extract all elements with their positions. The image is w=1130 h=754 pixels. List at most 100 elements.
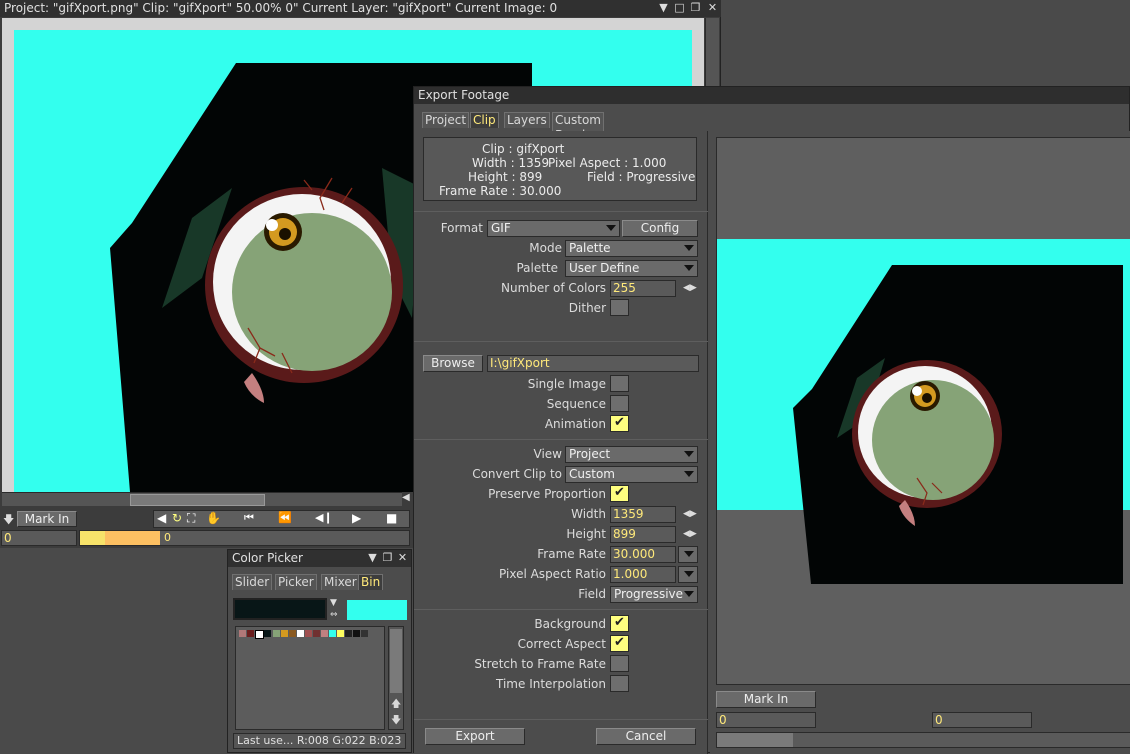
restore-icon[interactable]: ❐ [381, 551, 394, 564]
width-label: Width [571, 507, 606, 521]
mode-label: Mode [529, 241, 562, 255]
preserve-proportion-checkbox[interactable] [610, 485, 629, 502]
swatch[interactable] [313, 630, 320, 637]
pixel-aspect-dropdown[interactable] [678, 566, 698, 583]
time-interp-checkbox[interactable] [610, 675, 629, 692]
swatch[interactable] [289, 630, 296, 637]
chevron-down-icon [684, 471, 694, 477]
timeline[interactable]: 0 [79, 530, 410, 546]
browse-button[interactable]: Browse [423, 355, 483, 372]
config-button[interactable]: Config [622, 220, 698, 237]
first-frame-icon[interactable]: ⏮ [244, 511, 254, 525]
prev-frame-icon[interactable]: ◀❙ [315, 511, 333, 524]
tab-mixer[interactable]: Mixer [321, 574, 360, 590]
single-image-checkbox[interactable] [610, 375, 629, 392]
tab-slider[interactable]: Slider [232, 574, 273, 590]
restore-icon[interactable]: ❐ [689, 1, 702, 14]
close-icon[interactable]: ✕ [706, 1, 719, 14]
hscroll-thumb[interactable] [130, 494, 265, 506]
width-field[interactable]: 1359 [610, 506, 676, 523]
export-button[interactable]: Export [425, 728, 525, 745]
swap-icon[interactable]: ⇔ [330, 610, 338, 620]
spinner-icon[interactable]: ◀▶ [683, 526, 697, 542]
current-color-swatch[interactable] [233, 598, 327, 620]
field-dropdown[interactable]: Progressive [610, 586, 698, 603]
swatch[interactable] [281, 630, 288, 637]
scroll-up-icon[interactable]: 🡅 [391, 697, 401, 714]
palette-dropdown[interactable]: User Define [565, 260, 698, 277]
preview-scrubber[interactable] [716, 732, 1130, 748]
dropdown-icon[interactable]: ▼ [366, 551, 379, 564]
swatch[interactable] [305, 630, 312, 637]
loop-icon[interactable]: ↻ [172, 511, 182, 525]
current-frame-field[interactable]: 0 [1, 530, 77, 546]
tab-layers[interactable]: Layers [504, 112, 550, 128]
stop-icon[interactable]: ■ [386, 511, 397, 525]
spinner-icon[interactable]: ◀▶ [683, 280, 697, 296]
swatch[interactable] [239, 630, 246, 637]
swatch[interactable] [255, 630, 264, 639]
swatch[interactable] [329, 630, 336, 637]
scroll-down-icon[interactable]: 🡇 [391, 713, 401, 730]
preview-out-field[interactable]: 0 [932, 712, 1032, 728]
preview-mark-in-button[interactable]: Mark In [716, 691, 816, 708]
color-dropdown-icon[interactable]: ▼ [330, 598, 337, 608]
swatch[interactable] [264, 630, 271, 637]
format-dropdown[interactable]: GIF [487, 220, 620, 237]
audio-icon[interactable]: ◀ [157, 511, 166, 525]
mode-dropdown[interactable]: Palette [565, 240, 698, 257]
swatch[interactable] [297, 630, 304, 637]
output-path-field[interactable]: I:\gifXport [487, 355, 699, 372]
dither-label: Dither [568, 301, 606, 315]
close-icon[interactable]: ✕ [396, 551, 409, 564]
bin-scrollbar[interactable]: 🡅 🡇 [388, 626, 404, 730]
spinner-icon[interactable]: ◀▶ [683, 506, 697, 522]
preview-canvas[interactable] [716, 137, 1130, 685]
export-footage-dialog: Export Footage Project Clip Layers Custo… [413, 86, 1130, 754]
hand-icon[interactable]: ✋ [206, 511, 221, 525]
view-dropdown[interactable]: Project [565, 446, 698, 463]
dither-checkbox[interactable] [610, 299, 629, 316]
num-colors-field[interactable]: 255 [610, 280, 676, 297]
correct-aspect-checkbox[interactable] [610, 635, 629, 652]
bin-scroll-thumb[interactable] [390, 629, 402, 693]
maximize-icon[interactable]: □ [673, 1, 686, 14]
play-icon[interactable]: ▶ [352, 511, 361, 525]
swatch[interactable] [345, 630, 352, 637]
swatch[interactable] [321, 630, 328, 637]
tab-picker[interactable]: Picker [275, 574, 317, 590]
export-titlebar: Export Footage [414, 87, 1129, 104]
tab-project[interactable]: Project [422, 112, 470, 128]
tab-clip[interactable]: Clip [470, 112, 499, 128]
mark-in-button[interactable]: Mark In [17, 511, 77, 527]
step-back-icon[interactable]: ⏪ [278, 511, 292, 524]
frame-rate-dropdown[interactable] [678, 546, 698, 563]
dropdown-icon[interactable]: ▼ [657, 1, 670, 14]
preview-scrubber-thumb[interactable] [717, 733, 793, 747]
frame-rate-field[interactable]: 30.000 [610, 546, 676, 563]
time-interp-label: Time Interpolation [496, 677, 606, 691]
sequence-checkbox[interactable] [610, 395, 629, 412]
stretch-checkbox[interactable] [610, 655, 629, 672]
color-bin[interactable] [235, 626, 385, 730]
preview-in-field[interactable]: 0 [716, 712, 816, 728]
background-checkbox[interactable] [610, 615, 629, 632]
info-field: Field : Progressive [587, 170, 696, 184]
swatch[interactable] [273, 630, 280, 637]
convert-clip-dropdown[interactable]: Custom [565, 466, 698, 483]
cancel-button[interactable]: Cancel [596, 728, 696, 745]
swatch[interactable] [353, 630, 360, 637]
convert-clip-label: Convert Clip to [472, 467, 562, 481]
animation-checkbox[interactable] [610, 415, 629, 432]
swatch[interactable] [337, 630, 344, 637]
frame-icon[interactable]: ⛶ [187, 511, 195, 526]
scroll-left-icon[interactable]: ◀ [402, 492, 410, 503]
swatch[interactable] [361, 630, 368, 637]
mark-down-icon[interactable]: 🡇 [3, 511, 14, 530]
viewer-hscroll[interactable] [2, 492, 402, 506]
tab-bin[interactable]: Bin [358, 574, 384, 590]
swatch[interactable] [247, 630, 254, 637]
height-field[interactable]: 899 [610, 526, 676, 543]
pixel-aspect-field[interactable]: 1.000 [610, 566, 676, 583]
secondary-color-swatch[interactable] [347, 600, 407, 620]
